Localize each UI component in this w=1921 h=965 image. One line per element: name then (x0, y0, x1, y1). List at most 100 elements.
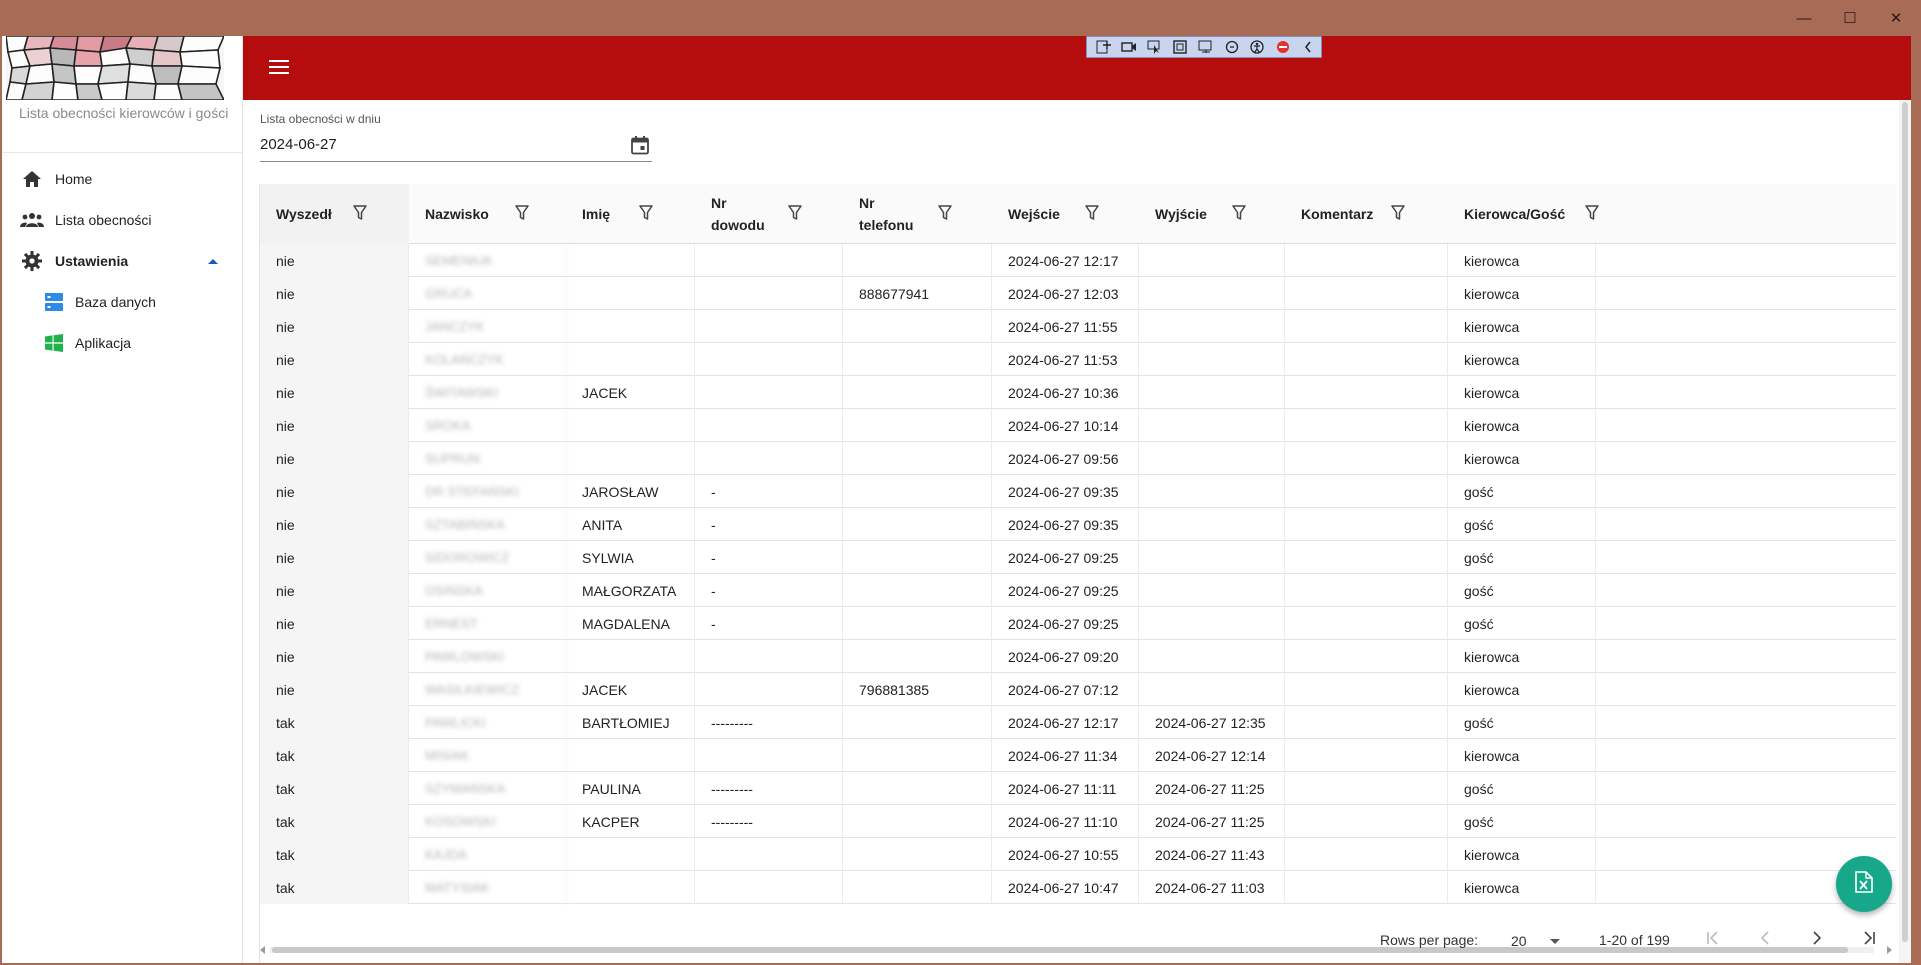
minimize-button[interactable]: — (1781, 0, 1827, 36)
capture-icon[interactable] (1193, 37, 1219, 57)
cell-wyszedl: nie (260, 607, 409, 640)
export-excel-button[interactable] (1836, 856, 1892, 912)
table-row[interactable]: nie SROKA 2024-06-27 10:14 kierowca (260, 409, 1896, 442)
table-row[interactable]: tak SZYMAŃSKA PAULINA --------- 2024-06-27 1… (260, 772, 1896, 805)
collapse-toolbar-icon[interactable] (1296, 37, 1322, 57)
table-row[interactable]: nie PAWLOWSKI 2024-06-27 09:20 kierowca (260, 640, 1896, 673)
column-header-wyszedl[interactable]: Wyszedł (260, 184, 409, 244)
table-row[interactable]: nie DR STEFAŃSKI JAROSŁAW - 2024-06-27 09:35… (260, 475, 1896, 508)
table-row[interactable]: nie JANCZYK 2024-06-27 11:55 kierowca (260, 310, 1896, 343)
sidebar-item-lista-obecnosci[interactable]: Lista obecności (2, 200, 243, 240)
filter-icon[interactable] (1585, 205, 1601, 223)
close-button[interactable]: ✕ (1873, 0, 1919, 36)
table-row[interactable]: tak MISIAK 2024-06-27 11:34 2024-06-27 12:1… (260, 739, 1896, 772)
cell-wejscie: 2024-06-27 11:11 (992, 772, 1139, 805)
link-icon[interactable] (1219, 37, 1245, 57)
table-row[interactable]: nie OSIŃSKA MAŁGORZATA - 2024-06-27 09:25 goś… (260, 574, 1896, 607)
table-row[interactable]: nie SZTABIŃSKA ANITA - 2024-06-27 09:35 gość (260, 508, 1896, 541)
column-header-komentarz[interactable]: Komentarz (1285, 184, 1448, 244)
filter-icon[interactable] (1391, 205, 1407, 223)
cell-nazwisko: SUPRUN (409, 442, 566, 475)
cell-nr-dowodu (695, 343, 843, 376)
table-row[interactable]: tak KOSOWSKI KACPER --------- 2024-06-27 11:… (260, 805, 1896, 838)
scrollbar-thumb[interactable] (1902, 102, 1908, 942)
rows-per-page-value: 20 (1511, 933, 1527, 949)
cell-komentarz (1285, 574, 1448, 607)
date-input[interactable]: 2024-06-27 (260, 132, 652, 162)
table-row[interactable]: tak PAWLICKI BARTŁOMIEJ --------- 2024-06-27… (260, 706, 1896, 739)
column-header-label: Kierowca/Gość (1464, 206, 1566, 222)
filter-icon[interactable] (1232, 205, 1248, 223)
cell-kierowca-gosc: kierowca (1448, 673, 1596, 706)
next-page-button[interactable] (1802, 925, 1832, 955)
column-header-wejscie[interactable]: Wejście (992, 184, 1139, 244)
scroll-right-icon[interactable] (1887, 946, 1892, 954)
cell-nr-telefonu (843, 508, 992, 541)
cell-wyjscie: 2024-06-27 12:35 (1139, 706, 1285, 739)
cell-nr-telefonu (843, 640, 992, 673)
cell-nr-dowodu (695, 739, 843, 772)
cell-imie (566, 277, 695, 310)
pointer-icon[interactable] (1142, 37, 1168, 57)
table-row[interactable]: nie SEMENIUK 2024-06-27 12:17 kierowca (260, 244, 1896, 277)
vertical-scrollbar[interactable] (1899, 100, 1911, 963)
column-header-kierowca-gosc[interactable]: Kierowca/Gość (1448, 184, 1599, 244)
table-row[interactable]: tak KAJDA 2024-06-27 10:55 2024-06-27 11:43… (260, 838, 1896, 871)
chevron-up-icon[interactable] (208, 258, 218, 264)
cell-nr-dowodu (695, 310, 843, 343)
column-header-wyjscie[interactable]: Wyjście (1139, 184, 1285, 244)
column-header-nazwisko[interactable]: Nazwisko (409, 184, 566, 244)
people-icon (20, 208, 44, 232)
table-row[interactable]: nie GRUCA 888677941 2024-06-27 12:03 kierowc… (260, 277, 1896, 310)
filter-icon[interactable] (515, 205, 531, 223)
table-row[interactable]: nie ERNEST MAGDALENA - 2024-06-27 09:25 gość (260, 607, 1896, 640)
select-element-icon[interactable] (1091, 37, 1117, 57)
table-row[interactable]: nie WASILKIEWICZ JACEK 796881385 2024-06-27 … (260, 673, 1896, 706)
sidebar-item-baza-danych[interactable]: Baza danych (2, 282, 243, 322)
cell-nr-dowodu (695, 838, 843, 871)
table-row[interactable]: nie SUPRUN 2024-06-27 09:56 kierowca (260, 442, 1896, 475)
table-row[interactable]: nie ŚWITAWSKI JACEK 2024-06-27 10:36 kierowc… (260, 376, 1896, 409)
cell-nazwisko: PAWLOWSKI (409, 640, 566, 673)
rows-per-page-select[interactable]: 20 (1511, 931, 1575, 953)
cell-nr-telefonu (843, 310, 992, 343)
cell-nr-dowodu (695, 673, 843, 706)
last-page-button[interactable] (1854, 925, 1884, 955)
column-header-imie[interactable]: Imię (566, 184, 695, 244)
scroll-left-icon[interactable] (260, 946, 265, 954)
sidebar-item-ustawienia[interactable]: Ustawienia (2, 241, 243, 281)
frame-icon[interactable] (1168, 37, 1194, 57)
prev-page-button[interactable] (1750, 925, 1780, 955)
table-row[interactable]: nie SIDOROWICZ SYLWIA - 2024-06-27 09:25 gość (260, 541, 1896, 574)
column-header-label: Nr telefonu (859, 195, 914, 233)
cell-wyszedl: nie (260, 541, 409, 574)
table-row[interactable]: nie KOLAŃCZYK 2024-06-27 11:53 kierowca (260, 343, 1896, 376)
filter-icon[interactable] (788, 205, 804, 223)
column-header-nr-telefonu[interactable]: Nr telefonu (843, 184, 992, 244)
first-page-button[interactable] (1698, 925, 1728, 955)
filter-icon[interactable] (938, 205, 954, 223)
maximize-button[interactable]: ☐ (1827, 0, 1873, 36)
last-page-icon (1862, 930, 1876, 950)
column-header-nr-dowodu[interactable]: Nr dowodu (695, 184, 843, 244)
cell-wyjscie (1139, 277, 1285, 310)
accessibility-icon[interactable] (1244, 37, 1270, 57)
cell-nazwisko: KOSOWSKI (409, 805, 566, 838)
menu-icon[interactable] (269, 56, 289, 78)
filter-icon[interactable] (639, 205, 655, 223)
cell-nr-dowodu (695, 277, 843, 310)
gear-icon (20, 249, 44, 273)
filter-icon[interactable] (1085, 205, 1101, 223)
table-row[interactable]: tak MATYSIAK 2024-06-27 10:47 2024-06-27 11… (260, 871, 1896, 904)
sidebar-item-aplikacja[interactable]: Aplikacja (2, 323, 243, 363)
cell-wejscie: 2024-06-27 10:36 (992, 376, 1139, 409)
cell-wyszedl: tak (260, 772, 409, 805)
video-icon[interactable] (1117, 37, 1143, 57)
stop-icon[interactable] (1270, 37, 1296, 57)
app-header (243, 36, 1911, 100)
cell-wyszedl: nie (260, 343, 409, 376)
sidebar-item-home[interactable]: Home (2, 159, 243, 199)
sidebar-item-label: Home (55, 171, 93, 187)
calendar-icon[interactable] (630, 135, 650, 155)
filter-icon[interactable] (353, 205, 369, 223)
